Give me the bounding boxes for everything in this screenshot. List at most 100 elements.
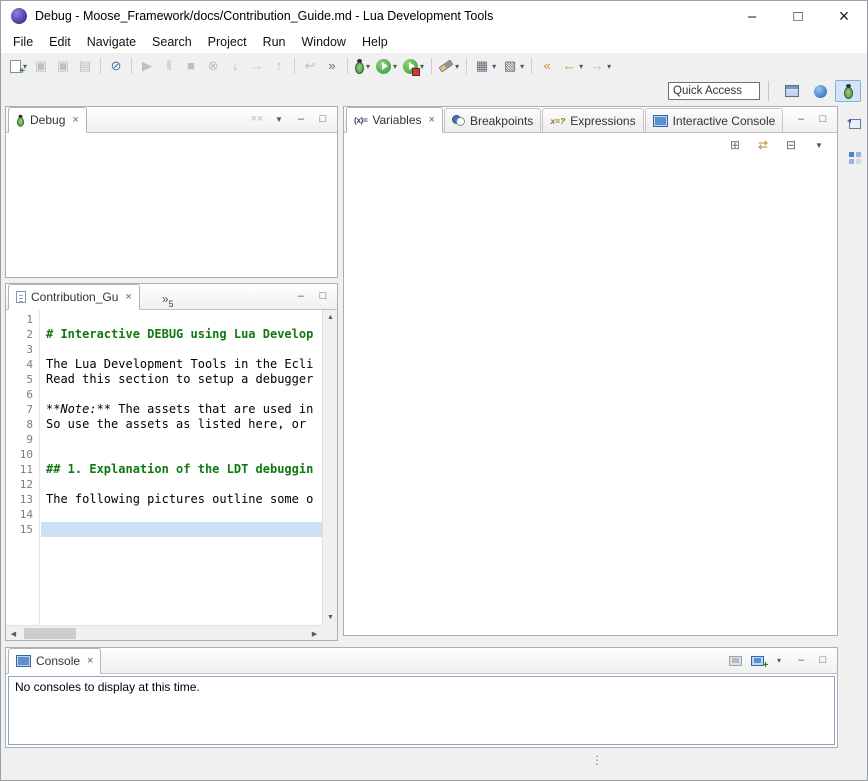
run-button[interactable]: ▾ — [374, 55, 399, 77]
scroll-up-button[interactable]: ▲ — [323, 310, 337, 325]
line-number[interactable]: 10 — [6, 447, 33, 462]
editor-line[interactable]: Read this section to setup a debugger — [41, 372, 322, 387]
remove-terminated-button[interactable]: ×× — [247, 110, 267, 130]
editor-line[interactable] — [41, 507, 322, 522]
menu-project[interactable]: Project — [200, 32, 255, 52]
line-number[interactable]: 8 — [6, 417, 33, 432]
minimize-view-button[interactable]: – — [291, 110, 311, 130]
editor-line[interactable]: # Interactive DEBUG using Lua Develop — [41, 327, 322, 342]
menu-navigate[interactable]: Navigate — [79, 32, 144, 52]
show-type-names-button[interactable]: ⊞ — [725, 135, 745, 155]
editor-line[interactable] — [41, 342, 322, 357]
close-tab-icon[interactable]: × — [429, 114, 435, 126]
editor-line[interactable] — [41, 522, 322, 537]
line-number[interactable]: 11 — [6, 462, 33, 477]
print-button[interactable]: ▤ — [75, 55, 95, 77]
scroll-down-button[interactable]: ▼ — [323, 610, 337, 625]
line-number[interactable]: 9 — [6, 432, 33, 447]
editor-gutter[interactable]: 123456789101112131415 — [6, 310, 40, 625]
disconnect-button[interactable]: ⊗ — [203, 55, 223, 77]
menu-window[interactable]: Window — [294, 32, 354, 52]
back-button[interactable]: ←▾ — [559, 55, 585, 77]
quick-access-field[interactable]: Quick Access — [668, 82, 760, 100]
tab-debug[interactable]: Debug × — [8, 107, 87, 133]
editor-line[interactable]: So use the assets as listed here, or — [41, 417, 322, 432]
back-dropdown[interactable]: ▾ — [579, 62, 583, 71]
show-logical-structures-button[interactable]: ⇄ — [753, 135, 773, 155]
display-selected-console-button[interactable] — [725, 651, 745, 671]
forward-dropdown[interactable]: ▾ — [607, 62, 611, 71]
search-dropdown[interactable]: ▾ — [455, 62, 459, 71]
tab-interactive-console[interactable]: Interactive Console — [645, 108, 784, 132]
step-over-button[interactable]: → — [247, 55, 267, 77]
minimize-view-button[interactable]: – — [791, 110, 811, 130]
view-menu-button[interactable]: ▼ — [269, 110, 289, 130]
line-number[interactable]: 1 — [6, 312, 33, 327]
open-perspective-button[interactable] — [779, 80, 805, 102]
tab-variables[interactable]: Variables× — [346, 107, 443, 133]
scrollbar-thumb[interactable] — [24, 628, 76, 639]
open-element-dropdown[interactable]: ▾ — [520, 62, 524, 71]
menu-search[interactable]: Search — [144, 32, 200, 52]
collapse-all-button[interactable]: ⊟ — [781, 135, 801, 155]
new-wizard-dropdown[interactable]: ▾ — [492, 62, 496, 71]
menu-file[interactable]: File — [5, 32, 41, 52]
editor-vertical-scrollbar[interactable]: ▲ ▼ — [322, 310, 337, 625]
tab-breakpoints[interactable]: Breakpoints — [444, 108, 541, 132]
editor-line[interactable]: ## 1. Explanation of the LDT debuggin — [41, 462, 322, 477]
debug-view-content[interactable] — [6, 133, 337, 277]
sash-handle[interactable]: ⋮ — [589, 751, 605, 769]
search-button[interactable]: ▾ — [437, 55, 461, 77]
line-number[interactable]: 12 — [6, 477, 33, 492]
open-element-button[interactable]: ▧▾ — [500, 55, 526, 77]
view-menu-button[interactable]: ▼ — [809, 135, 829, 155]
line-number[interactable]: 6 — [6, 387, 33, 402]
perspective-ldt-button[interactable] — [807, 80, 833, 102]
line-number[interactable]: 15 — [6, 522, 33, 537]
tab-contribution-guide[interactable]: Contribution_Gu × — [8, 284, 140, 310]
line-number[interactable]: 4 — [6, 357, 33, 372]
menu-run[interactable]: Run — [255, 32, 294, 52]
last-edit-location-button[interactable]: « — [537, 55, 557, 77]
step-return-button[interactable]: ↑ — [269, 55, 289, 77]
debug-dropdown[interactable]: ▾ — [366, 62, 370, 71]
maximize-view-button[interactable]: □ — [313, 287, 333, 307]
perspective-debug-button[interactable] — [835, 80, 861, 102]
scroll-left-button[interactable]: ◀ — [6, 626, 21, 640]
new-button[interactable]: ▾ — [8, 55, 29, 77]
terminate-button[interactable]: ■ — [181, 55, 201, 77]
save-button[interactable]: ▣ — [31, 55, 51, 77]
close-tab-icon[interactable]: × — [87, 655, 93, 667]
console-dropdown-button[interactable]: ▾ — [769, 651, 789, 671]
skip-all-breakpoints-button[interactable]: ⊘ — [106, 55, 126, 77]
step-into-button[interactable]: ↓ — [225, 55, 245, 77]
suspend-button[interactable]: ‖ — [159, 55, 179, 77]
editor-line[interactable]: The following pictures outline some o — [41, 492, 322, 507]
editor-text-area[interactable]: # Interactive DEBUG using Lua Develop Th… — [41, 310, 322, 625]
restore-views-button[interactable] — [844, 114, 866, 134]
open-console-button[interactable] — [747, 651, 767, 671]
close-tab-icon[interactable]: × — [72, 114, 78, 126]
perspective-layout-button[interactable] — [844, 148, 866, 168]
window-close-button[interactable]: × — [821, 1, 867, 31]
editor-horizontal-scrollbar[interactable]: ◀ ▶ — [6, 625, 322, 640]
window-maximize-button[interactable]: □ — [775, 1, 821, 31]
line-number[interactable]: 3 — [6, 342, 33, 357]
new-wizard-button[interactable]: ▦▾ — [472, 55, 498, 77]
menu-help[interactable]: Help — [354, 32, 396, 52]
window-minimize-button[interactable]: – — [729, 1, 775, 31]
minimize-view-button[interactable]: – — [291, 287, 311, 307]
close-tab-icon[interactable]: × — [125, 291, 131, 303]
run-external-tools-button[interactable]: ▾ — [401, 55, 426, 77]
editor-line[interactable] — [41, 477, 322, 492]
editor-line[interactable] — [41, 312, 322, 327]
maximize-view-button[interactable]: □ — [313, 110, 333, 130]
editor-line[interactable] — [41, 432, 322, 447]
maximize-view-button[interactable]: □ — [813, 110, 833, 130]
use-step-filters-button[interactable]: » — [322, 55, 342, 77]
forward-button[interactable]: →▾ — [587, 55, 613, 77]
scroll-right-button[interactable]: ▶ — [307, 626, 322, 640]
drop-to-frame-button[interactable]: ↩ — [300, 55, 320, 77]
line-number[interactable]: 13 — [6, 492, 33, 507]
editor-line[interactable]: The Lua Development Tools in the Ecli — [41, 357, 322, 372]
